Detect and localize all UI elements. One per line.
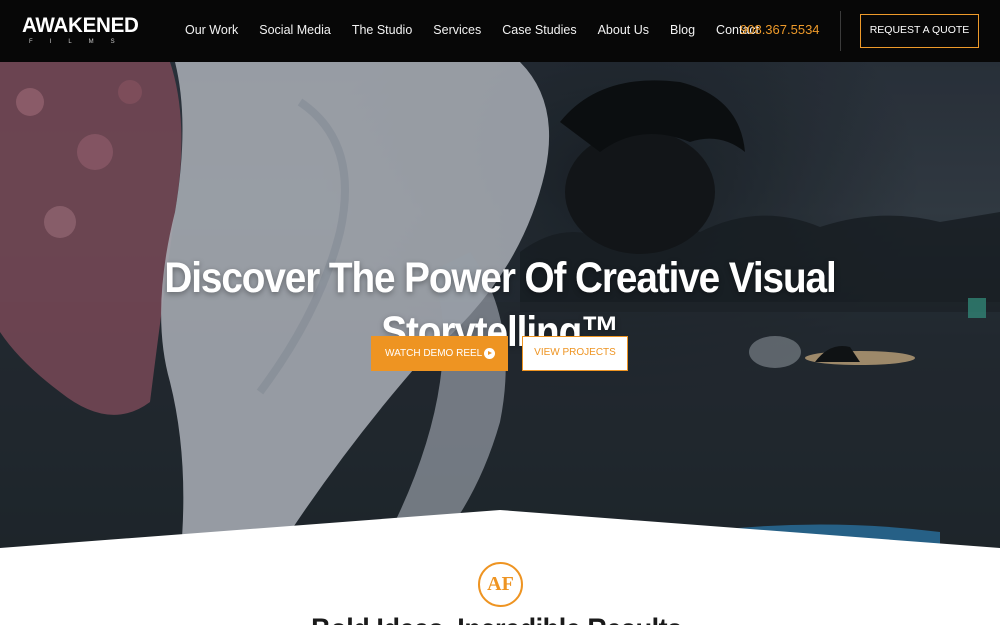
logo[interactable]: AWAKENED FILMS <box>22 15 146 47</box>
nav-item-services[interactable]: Services <box>433 21 481 39</box>
section-title: Bold Ideas. Incredible Results. <box>50 613 950 625</box>
watch-demo-reel-label: WATCH DEMO REEL <box>385 348 483 359</box>
logo-wordmark: AWAKENED <box>22 14 139 37</box>
nav-item-case-studies[interactable]: Case Studies <box>502 21 576 39</box>
site-header: AWAKENED FILMS Our Work Social Media The… <box>0 0 1000 62</box>
nav-item-social-media[interactable]: Social Media <box>259 21 331 39</box>
view-projects-button[interactable]: VIEW PROJECTS <box>522 336 628 371</box>
af-badge-icon: AF <box>478 562 523 607</box>
nav-item-the-studio[interactable]: The Studio <box>352 21 412 39</box>
header-divider <box>840 11 841 51</box>
watch-demo-reel-button[interactable]: WATCH DEMO REEL <box>371 336 508 371</box>
hero-bottom-chevron <box>0 510 1000 563</box>
nav-item-blog[interactable]: Blog <box>670 21 695 39</box>
nav-item-about-us[interactable]: About Us <box>598 21 649 39</box>
logo-subtitle: FILMS <box>29 39 132 45</box>
hero-section: Discover The Power Of Creative Visual St… <box>0 62 1000 562</box>
nav-item-our-work[interactable]: Our Work <box>185 21 238 39</box>
main-nav: Our Work Social Media The Studio Service… <box>185 21 759 39</box>
phone-link[interactable]: 908.367.5534 <box>740 21 820 39</box>
play-circle-icon <box>484 348 495 359</box>
request-quote-button[interactable]: REQUEST A QUOTE <box>860 14 979 48</box>
